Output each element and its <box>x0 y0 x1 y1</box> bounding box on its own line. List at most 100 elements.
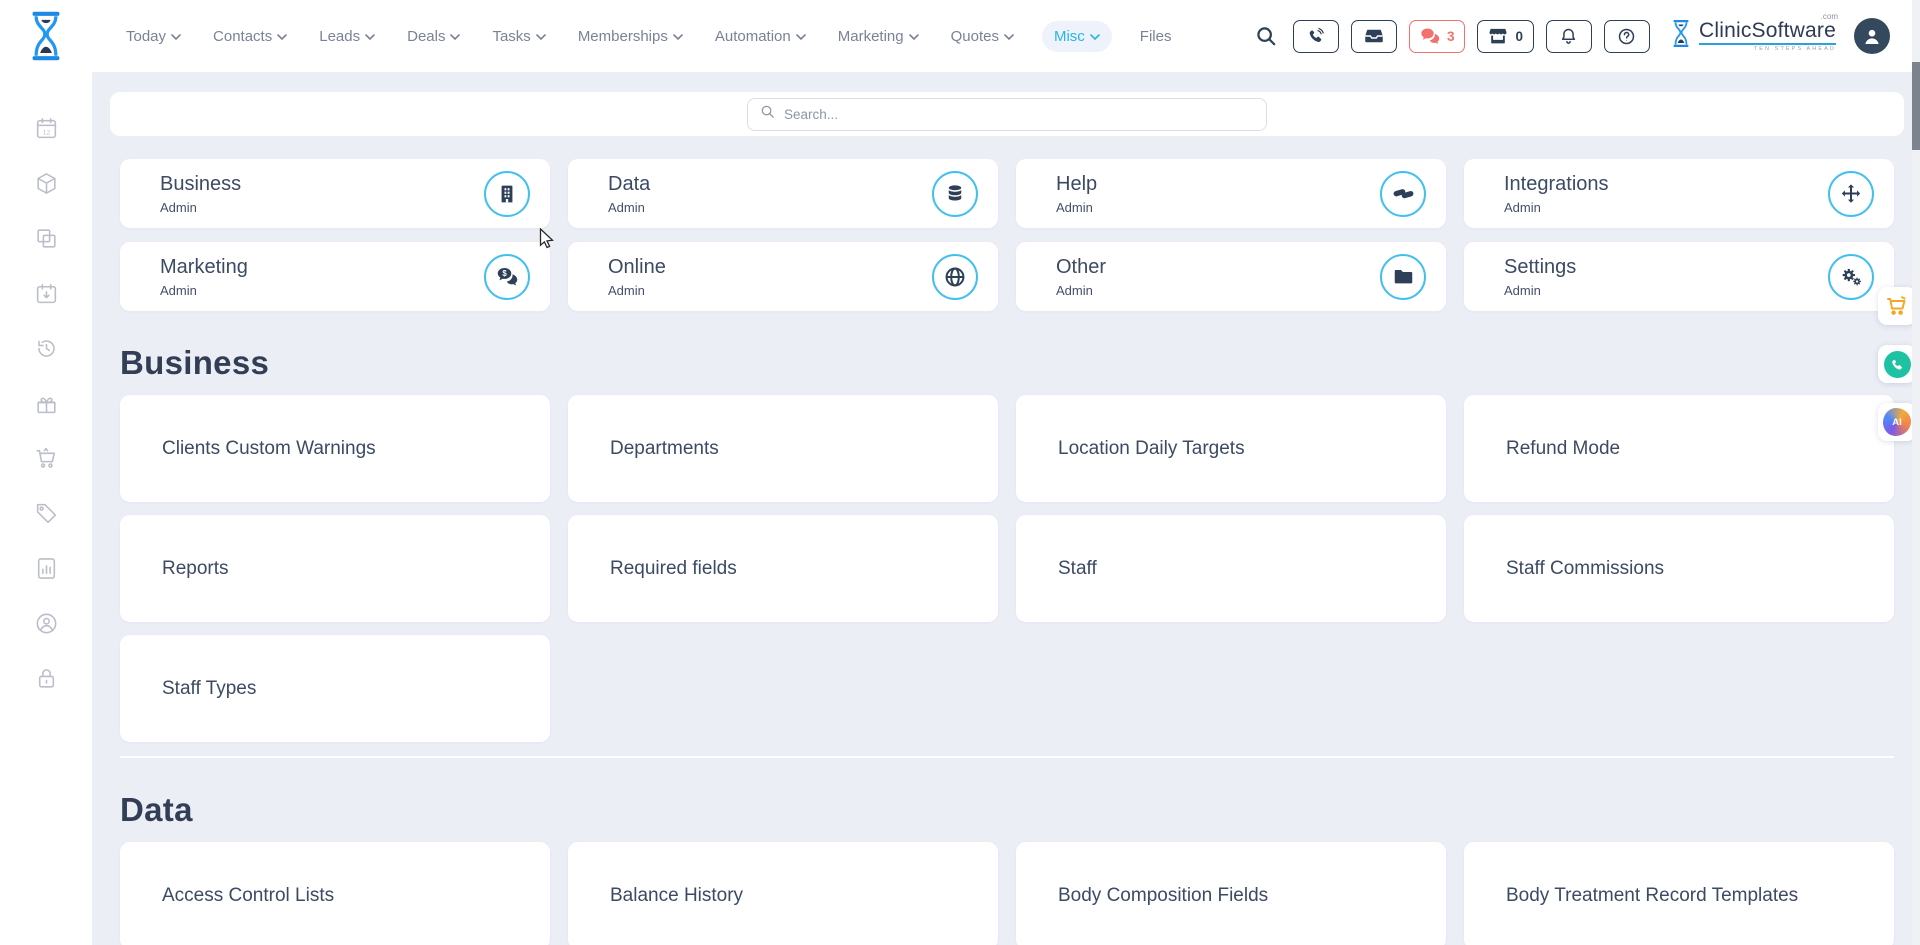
nav-item-tasks[interactable]: Tasks <box>488 21 549 52</box>
help-button[interactable] <box>1604 20 1650 53</box>
nav-item-label: Leads <box>319 28 360 45</box>
nav-item-leads[interactable]: Leads <box>315 21 379 52</box>
sidebar-item-report[interactable] <box>34 556 59 581</box>
bell-button[interactable] <box>1546 20 1592 53</box>
sidebar-item-gift[interactable] <box>34 391 59 416</box>
category-card-data[interactable]: DataAdmin <box>568 159 998 228</box>
search-input[interactable] <box>784 107 1254 122</box>
card-label: Body Treatment Record Templates <box>1506 885 1798 907</box>
nav-item-automation[interactable]: Automation <box>711 21 810 52</box>
nav-item-deals[interactable]: Deals <box>403 21 464 52</box>
category-card-business[interactable]: BusinessAdmin <box>120 159 550 228</box>
card-label: Balance History <box>610 885 743 907</box>
sidebar-item-package[interactable] <box>34 171 59 196</box>
sidebar-item-copy[interactable] <box>34 226 59 251</box>
card-reports[interactable]: Reports <box>120 515 550 622</box>
chevron-down-icon <box>536 34 546 40</box>
handshake-icon <box>1380 171 1426 217</box>
scrollbar-thumb[interactable] <box>1912 62 1920 150</box>
app-logo[interactable] <box>0 10 92 62</box>
card-grid: Access Control Lists Balance History Body … <box>120 842 1894 945</box>
section-title: Business <box>120 343 1894 383</box>
card-staff-types[interactable]: Staff Types <box>120 635 550 742</box>
section-business: Business Clients Custom WarningsDepartmen… <box>120 343 1894 742</box>
brand-tagline: TEN STEPS AHEAD <box>1699 47 1836 53</box>
card-body-composition-fields[interactable]: Body Composition Fields <box>1016 842 1446 945</box>
sidebar-item-cart[interactable] <box>34 446 59 471</box>
category-card-integrations[interactable]: IntegrationsAdmin <box>1464 159 1894 228</box>
sidebar-item-calendar-12[interactable]: 12 <box>34 116 59 141</box>
calendar-arrow-icon <box>34 281 59 306</box>
category-subtitle: Admin <box>160 200 241 215</box>
card-staff-commissions[interactable]: Staff Commissions <box>1464 515 1894 622</box>
whatsapp-icon <box>1884 351 1911 378</box>
floating-whatsapp-button[interactable] <box>1878 345 1916 383</box>
card-label: Reports <box>162 558 229 580</box>
search-icon[interactable] <box>1255 25 1277 47</box>
category-title: Other <box>1056 256 1106 279</box>
card-access-control-lists[interactable]: Access Control Lists <box>120 842 550 945</box>
category-subtitle: Admin <box>608 283 666 298</box>
chat-button[interactable]: 3 <box>1409 20 1466 53</box>
nav-item-contacts[interactable]: Contacts <box>209 21 291 52</box>
category-card-settings[interactable]: SettingsAdmin <box>1464 242 1894 311</box>
nav-item-marketing[interactable]: Marketing <box>834 21 923 52</box>
store-button[interactable]: 0 <box>1477 20 1534 53</box>
card-label: Refund Mode <box>1506 438 1620 460</box>
card-clients-custom-warnings[interactable]: Clients Custom Warnings <box>120 395 550 502</box>
floating-ai-button[interactable]: AI <box>1878 403 1916 441</box>
sidebar-item-calendar-arrow[interactable] <box>34 281 59 306</box>
search-box <box>747 98 1267 131</box>
card-staff[interactable]: Staff <box>1016 515 1446 622</box>
inbox-icon <box>1364 26 1384 46</box>
category-card-online[interactable]: OnlineAdmin <box>568 242 998 311</box>
nav-item-today[interactable]: Today <box>122 21 185 52</box>
nav-item-files[interactable]: Files <box>1136 21 1176 52</box>
sidebar-item-user-status[interactable] <box>34 611 59 636</box>
sidebar-item-lock[interactable] <box>34 666 59 691</box>
inbox-button[interactable] <box>1351 20 1397 53</box>
nav-item-label: Contacts <box>213 28 272 45</box>
brand-logo: ClinicSoftware .com TEN STEPS AHEAD <box>1670 19 1836 53</box>
brand-text: ClinicSoftware .com TEN STEPS AHEAD <box>1699 20 1836 53</box>
chevron-down-icon <box>673 34 683 40</box>
phone-button[interactable] <box>1293 20 1339 53</box>
chevron-down-icon <box>365 34 375 40</box>
tags-icon <box>34 501 59 526</box>
card-location-daily-targets[interactable]: Location Daily Targets <box>1016 395 1446 502</box>
category-subtitle: Admin <box>160 283 248 298</box>
user-avatar[interactable] <box>1854 18 1890 54</box>
section-data: DataAccess Control ListsBalance HistoryB… <box>120 790 1894 945</box>
bell-icon <box>1559 27 1578 46</box>
card-body-treatment-record-templates[interactable]: Body Treatment Record Templates <box>1464 842 1894 945</box>
nav-item-quotes[interactable]: Quotes <box>947 21 1018 52</box>
section-divider <box>120 756 1894 758</box>
chat-icon <box>1420 26 1440 46</box>
category-card-marketing[interactable]: MarketingAdmin$ <box>120 242 550 311</box>
sidebar-item-history[interactable] <box>34 336 59 361</box>
nav-item-misc[interactable]: Misc <box>1042 21 1112 52</box>
card-label: Staff Types <box>162 678 256 700</box>
floating-cart-orange-button[interactable] <box>1878 287 1916 325</box>
category-card-other[interactable]: OtherAdmin <box>1016 242 1446 311</box>
lock-icon <box>34 666 59 691</box>
card-balance-history[interactable]: Balance History <box>568 842 998 945</box>
report-icon <box>34 556 59 581</box>
card-label: Required fields <box>610 558 737 580</box>
package-icon <box>34 171 59 196</box>
nav-item-memberships[interactable]: Memberships <box>574 21 687 52</box>
brand-name: ClinicSoftware <box>1699 19 1836 42</box>
chevron-down-icon <box>796 34 806 40</box>
category-title: Marketing <box>160 256 248 279</box>
card-departments[interactable]: Departments <box>568 395 998 502</box>
left-sidebar: 12 <box>0 72 92 945</box>
category-card-help[interactable]: HelpAdmin <box>1016 159 1446 228</box>
category-text: DataAdmin <box>608 173 650 215</box>
card-refund-mode[interactable]: Refund Mode <box>1464 395 1894 502</box>
svg-text:12: 12 <box>42 129 50 136</box>
sidebar-item-tags[interactable] <box>34 501 59 526</box>
top-bar: Today Contacts Leads Deals Tasks Memberships A… <box>0 0 1920 72</box>
card-required-fields[interactable]: Required fields <box>568 515 998 622</box>
folder-icon <box>1380 254 1426 300</box>
ai-icon: AI <box>1883 408 1911 436</box>
